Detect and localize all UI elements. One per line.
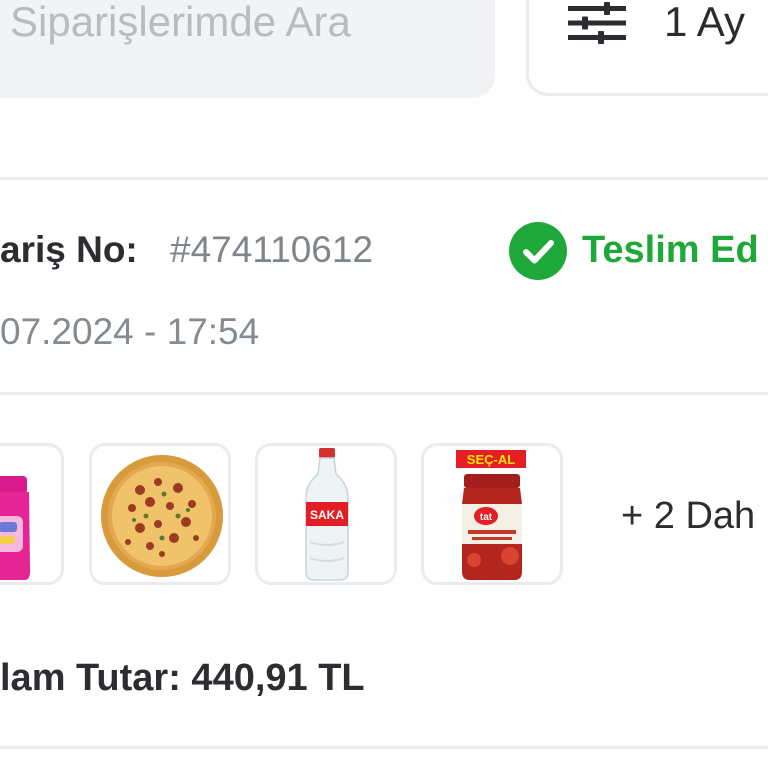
product-thumb-water[interactable]: SAKA <box>255 443 397 585</box>
search-placeholder: Siparişlerimde Ara <box>10 0 351 45</box>
pink-bottle-icon <box>0 476 31 580</box>
order-number: #474110612 <box>170 229 374 270</box>
svg-text:SEÇ-AL: SEÇ-AL <box>467 452 515 467</box>
product-thumb-pizza[interactable] <box>89 443 231 585</box>
jar-icon: SEÇ-AL tat <box>456 450 526 580</box>
product-thumb-detergent[interactable] <box>0 443 64 585</box>
date-filter-label[interactable]: 1 Ay <box>664 0 745 44</box>
order-status: Teslim Ed <box>582 229 759 271</box>
order-date: 07.2024 - 17:54 <box>0 311 260 352</box>
section-divider <box>0 392 768 395</box>
svg-text:tat: tat <box>480 512 493 523</box>
section-divider <box>0 746 768 749</box>
product-thumb-tomato-paste[interactable]: SEÇ-AL tat <box>421 443 563 585</box>
section-divider <box>0 177 768 180</box>
check-circle-icon <box>509 222 567 280</box>
svg-text:SAKA: SAKA <box>310 508 344 522</box>
water-bottle-icon: SAKA <box>305 448 349 581</box>
order-history-screen: Siparişlerimde Ara 1 Ay ariş No: #474110… <box>0 0 768 768</box>
order-number-label: ariş No: <box>0 229 138 270</box>
pizza-icon <box>101 455 223 577</box>
more-items-label[interactable]: + 2 Dah <box>621 494 755 538</box>
order-total: lam Tutar: 440,91 TL <box>0 657 365 699</box>
sliders-icon[interactable] <box>566 2 628 44</box>
